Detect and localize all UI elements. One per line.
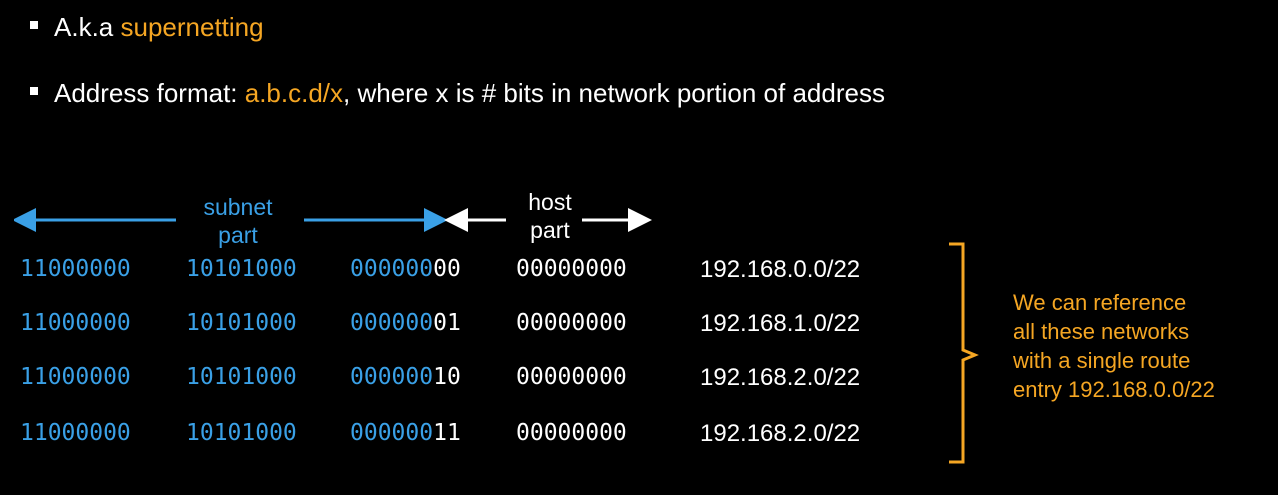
octet-3-host-bits: 00 [433, 256, 461, 282]
octet-1: 11000000 [20, 310, 131, 336]
host-part-label: host part [510, 188, 590, 244]
bullet-marker [30, 87, 38, 96]
octet-1: 11000000 [20, 420, 131, 446]
octet-1: 11000000 [20, 256, 131, 282]
ip-prefix: 192.168.1.0/22 [700, 310, 861, 337]
note-line: We can reference [1013, 290, 1187, 315]
octet-3: 00000001 [350, 310, 461, 336]
subnet-part-label: subnet part [186, 193, 290, 249]
octet-4: 00000000 [516, 256, 627, 282]
ip-prefix: 192.168.2.0/22 [700, 420, 861, 447]
grouping-brace [949, 242, 979, 464]
bullet-aka-highlight: supernetting [120, 12, 264, 42]
note-line: entry 192.168.0.0/22 [1013, 377, 1215, 402]
octet-4: 00000000 [516, 364, 627, 390]
subnet-label-line2: part [218, 222, 258, 248]
octet-3-network-bits: 000000 [350, 310, 434, 336]
subnet-label-line1: subnet [203, 194, 273, 220]
host-label-line2: part [530, 217, 570, 243]
octet-4: 00000000 [516, 310, 627, 336]
bullet-address-format: Address format: a.b.c.d/x, where x is # … [30, 78, 885, 109]
bullet-aka: A.k.a supernetting [30, 12, 264, 43]
octet-2: 10101000 [186, 310, 297, 336]
bullet-aka-prefix: A.k.a [54, 12, 121, 42]
octet-3: 00000010 [350, 364, 461, 390]
bullet-marker [30, 21, 38, 30]
ip-prefix: 192.168.2.0/22 [700, 364, 861, 391]
octet-2: 10101000 [186, 420, 297, 446]
octet-3: 00000011 [350, 420, 461, 446]
bullet-format-prefix: Address format: [54, 78, 245, 108]
note-line: all these networks [1013, 319, 1190, 344]
note-line: with a single route [1013, 348, 1191, 373]
octet-3-network-bits: 000000 [350, 364, 434, 390]
octet-2: 10101000 [186, 256, 297, 282]
octet-3-host-bits: 01 [433, 310, 461, 336]
bullet-format-highlight: a.b.c.d/x [244, 78, 344, 108]
bullet-format-suffix: , where x is # bits in network portion o… [343, 78, 885, 108]
host-label-line1: host [528, 189, 572, 215]
octet-3-host-bits: 10 [433, 364, 461, 390]
route-aggregation-note: We can reference all these networks with… [1013, 288, 1215, 404]
octet-2: 10101000 [186, 364, 297, 390]
octet-4: 00000000 [516, 420, 627, 446]
octet-3: 00000000 [350, 256, 461, 282]
ip-prefix: 192.168.0.0/22 [700, 256, 861, 283]
octet-1: 11000000 [20, 364, 131, 390]
octet-3-host-bits: 11 [433, 420, 461, 446]
octet-3-network-bits: 000000 [350, 420, 434, 446]
octet-3-network-bits: 000000 [350, 256, 434, 282]
